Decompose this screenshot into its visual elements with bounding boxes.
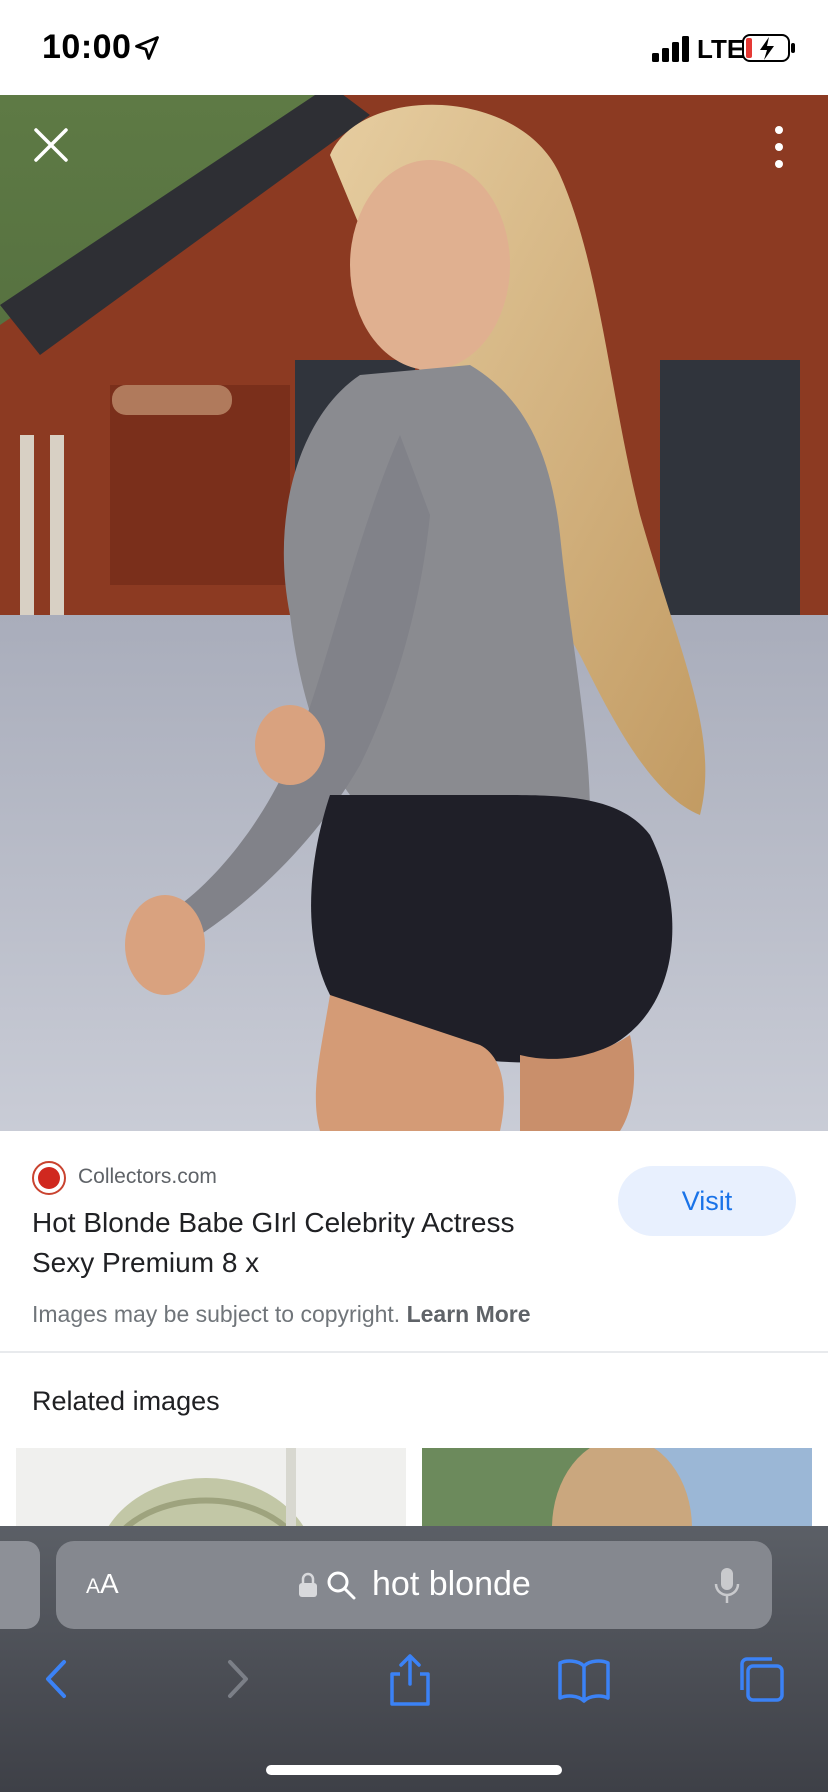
result-info-panel: Collectors.com Hot Blonde Babe GIrl Cele… — [0, 1131, 828, 1351]
copyright-text: Images may be subject to copyright. — [32, 1301, 401, 1327]
lock-icon — [299, 1572, 317, 1597]
status-time: 10:00 — [42, 28, 132, 66]
divider — [0, 1351, 828, 1353]
share-icon[interactable] — [382, 1652, 438, 1706]
address-bar-text[interactable]: hot blonde — [372, 1565, 531, 1604]
source-name[interactable]: Collectors.com — [78, 1165, 217, 1189]
forward-icon[interactable] — [208, 1652, 264, 1706]
cellular-signal-icon — [652, 36, 689, 62]
previous-tab-handle[interactable] — [0, 1541, 40, 1629]
reader-options-button[interactable]: AA — [86, 1568, 119, 1600]
location-arrow-icon — [135, 36, 159, 60]
back-icon[interactable] — [30, 1652, 86, 1706]
copyright-notice: Images may be subject to copyright. Lear… — [32, 1301, 531, 1328]
home-indicator — [266, 1765, 562, 1775]
status-bar: 10:00 LTE — [0, 0, 828, 95]
photo-illustration — [0, 95, 828, 1131]
related-images-heading: Related images — [32, 1386, 220, 1416]
tabs-icon[interactable] — [734, 1652, 790, 1706]
source-logo-icon — [32, 1161, 66, 1195]
bookmarks-icon[interactable] — [556, 1652, 612, 1706]
more-vertical-icon[interactable] — [764, 122, 794, 172]
close-icon[interactable] — [28, 122, 74, 168]
learn-more-link[interactable]: Learn More — [407, 1301, 531, 1327]
aa-small-label: A — [86, 1575, 101, 1598]
result-title[interactable]: Hot Blonde Babe GIrl Celebrity Actress S… — [32, 1203, 572, 1283]
aa-large-label: A — [100, 1568, 119, 1599]
battery-charging-icon — [742, 34, 795, 62]
network-type: LTE — [697, 34, 745, 64]
microphone-icon[interactable] — [712, 1566, 742, 1606]
image-preview[interactable] — [0, 95, 828, 1131]
search-icon — [327, 1571, 356, 1600]
visit-button[interactable]: Visit — [618, 1166, 796, 1236]
